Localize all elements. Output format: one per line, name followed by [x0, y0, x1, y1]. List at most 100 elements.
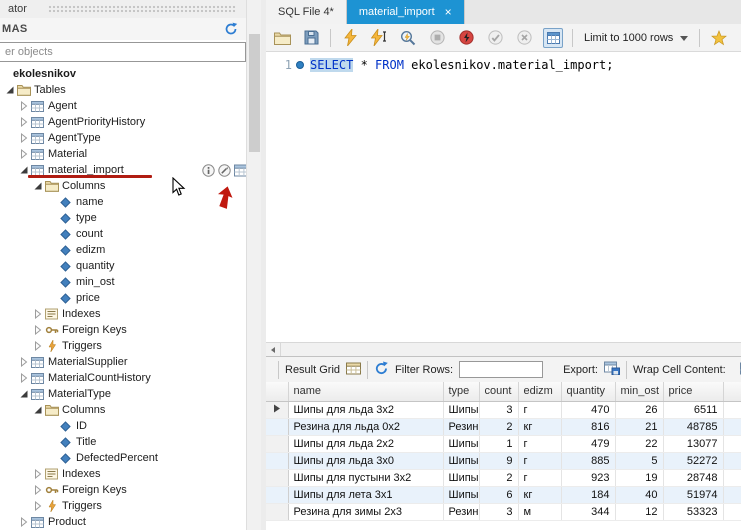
table-row[interactable]: Резина для льда 0x2Резина2кг8162148785 — [266, 418, 741, 435]
grid-cell-count[interactable]: 2 — [479, 469, 518, 486]
grid-cell-min_ost[interactable]: 19 — [615, 469, 663, 486]
grid-cell-name[interactable]: Резина для льда 0x2 — [288, 418, 443, 435]
table-row[interactable]: Шипы для пустыни 3x2Шипы2г9231928748 — [266, 469, 741, 486]
tree-item-indexes[interactable]: Indexes — [0, 466, 246, 482]
grid-cell-quantity[interactable]: 885 — [561, 452, 615, 469]
grid-cell-edizm[interactable]: кг — [518, 486, 561, 503]
collapse-arrow-icon[interactable] — [4, 85, 15, 95]
grid-cell-edizm[interactable]: м — [518, 503, 561, 520]
grid-cell-edizm[interactable]: г — [518, 401, 561, 418]
expand-arrow-icon[interactable] — [18, 133, 29, 143]
expand-arrow-icon[interactable] — [18, 117, 29, 127]
expand-arrow-icon[interactable] — [18, 149, 29, 159]
grid-cell-name[interactable]: Шипы для льда 3x2 — [288, 401, 443, 418]
grid-cell-count[interactable]: 3 — [479, 503, 518, 520]
grid-cell-name[interactable]: Резина для зимы 2x3 — [288, 503, 443, 520]
expand-arrow-icon[interactable] — [18, 373, 29, 383]
grid-cell-name[interactable]: Шипы для льда 3x0 — [288, 452, 443, 469]
save-script-button[interactable] — [301, 28, 321, 48]
tree-item-defectedpercent[interactable]: DefectedPercent — [0, 450, 246, 466]
navigator-scrollbar[interactable] — [246, 0, 261, 530]
collapse-arrow-icon[interactable] — [18, 165, 29, 175]
grid-cell-type[interactable]: Шипы — [443, 469, 479, 486]
tree-item-material[interactable]: Material — [0, 146, 246, 162]
tree-item-triggers[interactable]: Triggers — [0, 338, 246, 354]
schema-filter-input[interactable] — [0, 42, 246, 62]
grid-cell-type[interactable]: Резина — [443, 503, 479, 520]
explain-button[interactable] — [398, 28, 418, 48]
open-script-button[interactable] — [272, 28, 292, 48]
tree-item-materialsupplier[interactable]: MaterialSupplier — [0, 354, 246, 370]
expand-arrow-icon[interactable] — [32, 501, 43, 511]
table-row[interactable]: Шипы для лета 3x1Шипы6кг1844051974 — [266, 486, 741, 503]
sql-code[interactable]: SELECT * FROM ekolesnikov.material_impor… — [306, 52, 741, 342]
grid-cell-count[interactable]: 1 — [479, 435, 518, 452]
column-header-count[interactable]: count — [479, 382, 518, 401]
grid-cell-min_ost[interactable]: 21 — [615, 418, 663, 435]
grid-cell-edizm[interactable]: г — [518, 452, 561, 469]
table-row[interactable]: Шипы для льда 3x0Шипы9г885552272 — [266, 452, 741, 469]
table-row[interactable]: Шипы для льда 3x2Шипы3г470266511 — [266, 401, 741, 418]
refresh-icon[interactable] — [374, 361, 389, 378]
grid-cell-type[interactable]: Шипы — [443, 435, 479, 452]
grid-cell-quantity[interactable]: 923 — [561, 469, 615, 486]
tree-item-name[interactable]: name — [0, 194, 246, 210]
tree-item-edizm[interactable]: edizm — [0, 242, 246, 258]
grid-cell-edizm[interactable]: кг — [518, 418, 561, 435]
tree-item-product[interactable]: Product — [0, 514, 246, 530]
collapse-arrow-icon[interactable] — [32, 181, 43, 191]
column-header-type[interactable]: type — [443, 382, 479, 401]
save-snippet-button[interactable] — [709, 28, 729, 48]
table-row[interactable]: Шипы для льда 2x2Шипы1г4792213077 — [266, 435, 741, 452]
tree-item-columns[interactable]: Columns — [0, 178, 246, 194]
rollback-button[interactable] — [514, 28, 534, 48]
commit-button[interactable] — [485, 28, 505, 48]
tree-item-type[interactable]: type — [0, 210, 246, 226]
tree-item-materialcounthistory[interactable]: MaterialCountHistory — [0, 370, 246, 386]
tree-item-triggers[interactable]: Triggers — [0, 498, 246, 514]
column-header-name[interactable]: name — [288, 382, 443, 401]
grid-cell-price[interactable]: 6511 — [663, 401, 723, 418]
grid-cell-name[interactable]: Шипы для лета 3x1 — [288, 486, 443, 503]
tree-item-columns[interactable]: Columns — [0, 402, 246, 418]
execute-button[interactable] — [340, 28, 360, 48]
current-row-marker[interactable] — [266, 401, 288, 418]
tree-item-quantity[interactable]: quantity — [0, 258, 246, 274]
tree-item-id[interactable]: ID — [0, 418, 246, 434]
row-selector[interactable] — [266, 452, 288, 469]
tree-item-price[interactable]: price — [0, 290, 246, 306]
stop-button[interactable] — [427, 28, 447, 48]
row-selector[interactable] — [266, 503, 288, 520]
column-header-edizm[interactable]: edizm — [518, 382, 561, 401]
export-icon[interactable] — [604, 361, 620, 378]
execute-current-button[interactable] — [369, 28, 389, 48]
grid-cell-edizm[interactable]: г — [518, 469, 561, 486]
grid-cell-count[interactable]: 2 — [479, 418, 518, 435]
grid-cell-min_ost[interactable]: 40 — [615, 486, 663, 503]
grid-cell-min_ost[interactable]: 12 — [615, 503, 663, 520]
autocommit-toggle[interactable] — [543, 28, 563, 48]
expand-arrow-icon[interactable] — [32, 309, 43, 319]
tree-item-title[interactable]: Title — [0, 434, 246, 450]
refresh-schemas-icon[interactable] — [224, 22, 238, 39]
grid-cell-quantity[interactable]: 344 — [561, 503, 615, 520]
tree-item-agenttype[interactable]: AgentType — [0, 130, 246, 146]
stop-on-error-toggle[interactable] — [456, 28, 476, 48]
table-info-icon[interactable] — [202, 164, 215, 180]
grid-cell-min_ost[interactable]: 22 — [615, 435, 663, 452]
limit-dropdown[interactable]: Limit to 1000 rows — [582, 31, 690, 45]
grid-cell-min_ost[interactable]: 26 — [615, 401, 663, 418]
grid-cell-name[interactable]: Шипы для пустыни 3x2 — [288, 469, 443, 486]
expand-arrow-icon[interactable] — [18, 357, 29, 367]
scrollbar-thumb[interactable] — [249, 34, 260, 152]
tab-material-import[interactable]: material_import × — [347, 0, 465, 24]
row-selector[interactable] — [266, 486, 288, 503]
grid-cell-name[interactable]: Шипы для льда 2x2 — [288, 435, 443, 452]
grid-cell-quantity[interactable]: 816 — [561, 418, 615, 435]
scroll-left-icon[interactable] — [266, 343, 281, 356]
grid-cell-count[interactable]: 6 — [479, 486, 518, 503]
column-header-price[interactable]: price — [663, 382, 723, 401]
close-tab-icon[interactable]: × — [445, 7, 452, 17]
tree-item-tables[interactable]: Tables — [0, 82, 246, 98]
collapse-arrow-icon[interactable] — [18, 389, 29, 399]
